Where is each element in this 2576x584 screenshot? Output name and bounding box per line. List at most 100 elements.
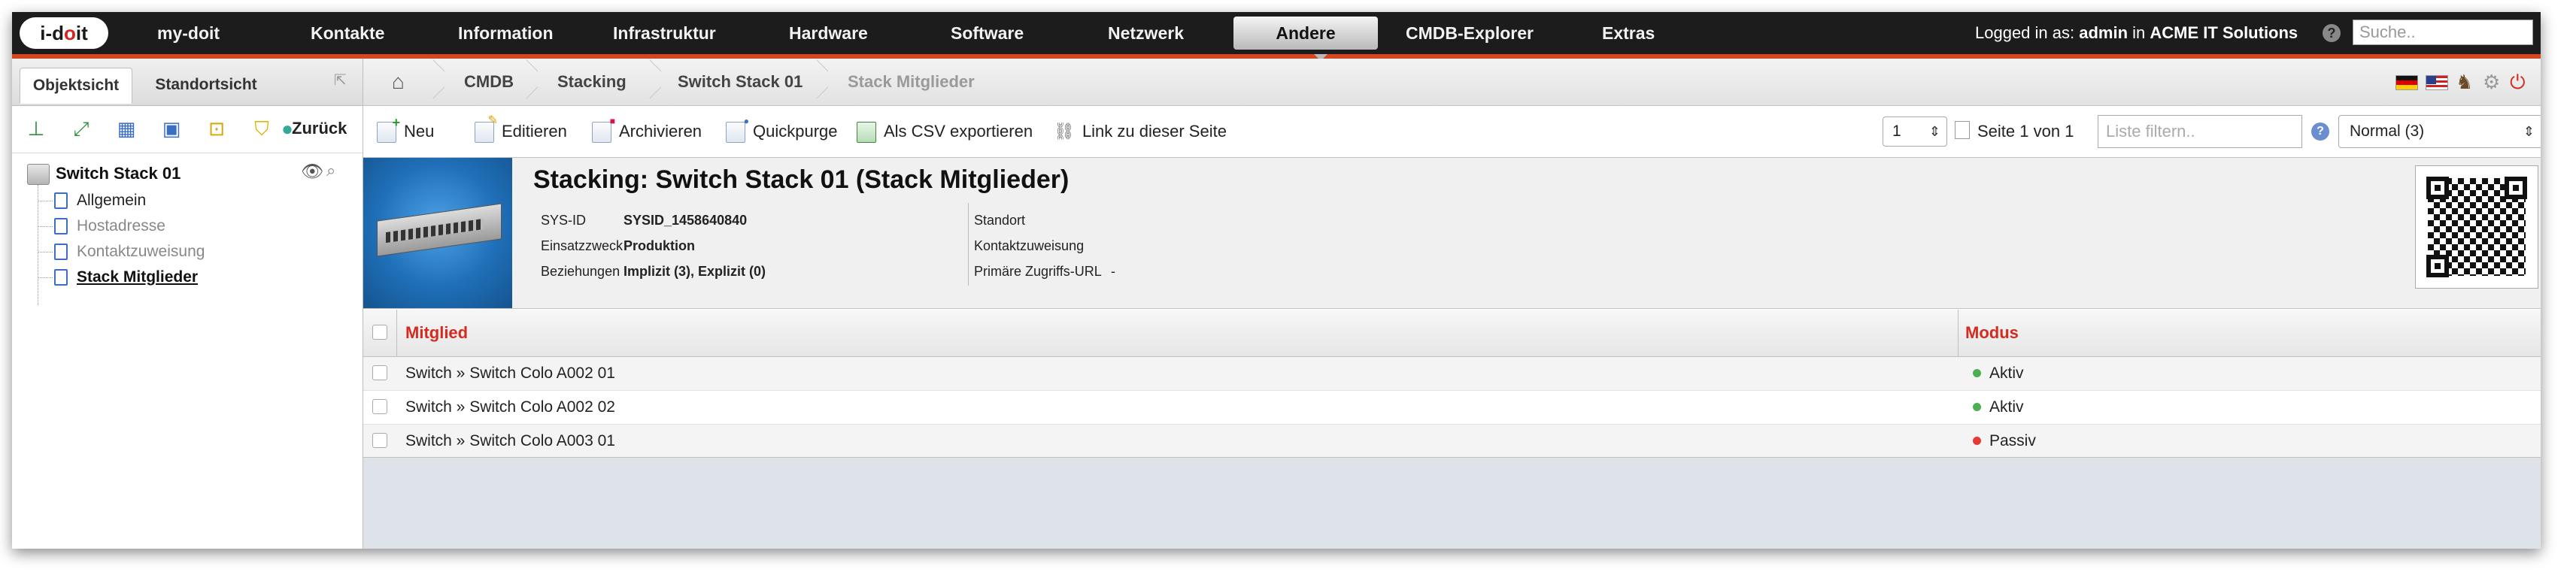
nav-my-doit[interactable]: my-doit <box>157 12 220 54</box>
help-icon[interactable]: ? <box>2323 24 2341 42</box>
status-dot-icon <box>1973 403 1981 411</box>
info-label: SYS-ID <box>541 213 587 228</box>
mode-cell: Aktiv <box>1989 365 2024 382</box>
member-cell[interactable]: Switch » Switch Colo A003 01 <box>405 425 615 458</box>
column-header-mitglied[interactable]: Mitglied <box>405 310 468 356</box>
magnifier-icon[interactable]: ⌕ <box>326 161 335 180</box>
tree-item-stack-mitglieder[interactable]: Stack Mitglieder <box>38 266 198 289</box>
edit-button[interactable]: Editieren <box>475 95 567 157</box>
link-label: Link zu dieser Seite <box>1082 122 1227 141</box>
tree-item-label: Hostadresse <box>77 217 165 235</box>
flag-de-icon[interactable] <box>2395 75 2418 90</box>
info-value: - <box>1111 264 1116 279</box>
object-header: Stacking: Switch Stack 01 (Stack Mitglie… <box>363 158 2541 309</box>
filter-help-icon[interactable]: ? <box>2311 123 2329 141</box>
info-value: SYSID_1458640840 <box>624 213 748 228</box>
home-icon[interactable]: ⌂ <box>392 71 405 93</box>
book-icon[interactable]: ▣ <box>159 116 184 141</box>
login-prefix: Logged in as: <box>1975 23 2075 42</box>
search-input[interactable] <box>2353 20 2533 45</box>
breadcrumb-stacking[interactable]: Stacking <box>557 59 627 105</box>
info-label: Kontaktzuweisung <box>974 238 1085 253</box>
tab-standortsicht[interactable]: Standortsicht <box>138 68 274 104</box>
calendar-icon[interactable]: ▦ <box>114 116 138 141</box>
info-standort: Standort <box>974 207 1025 233</box>
login-org[interactable]: ACME IT Solutions <box>2150 23 2298 42</box>
qr-code[interactable] <box>2415 165 2538 289</box>
spreadsheet-icon <box>857 122 876 144</box>
idoit-logo[interactable]: i-d o it <box>20 17 108 49</box>
table-row[interactable]: Switch » Switch Colo A003 01 Passiv <box>363 425 2541 458</box>
row-checkbox[interactable] <box>372 399 387 414</box>
nav-netzwerk[interactable]: Netzwerk <box>1108 12 1184 54</box>
nav-hardware[interactable]: Hardware <box>789 12 868 54</box>
expand-icon[interactable]: ⤢ <box>69 116 93 141</box>
info-label: Einsatzzweck <box>541 238 624 253</box>
shield-icon[interactable]: ⛉ <box>250 116 274 141</box>
link-button[interactable]: ⛓ Link zu dieser Seite <box>1054 106 1227 157</box>
login-info: Logged in as: admin in ACME IT Solutions <box>1975 12 2298 54</box>
popout-icon[interactable]: ⇱ <box>334 71 347 89</box>
back-button[interactable]: Zurück <box>292 116 347 141</box>
row-checkbox[interactable] <box>372 433 387 448</box>
tree-item-label: Stack Mitglieder <box>77 268 199 286</box>
column-header-modus[interactable]: Modus <box>1965 310 2019 356</box>
gear-icon[interactable]: ⚙ <box>2483 71 2500 93</box>
tree-root[interactable]: Switch Stack 01 <box>27 162 181 186</box>
info-label: Standort <box>974 213 1026 228</box>
table-header: Mitglied Modus <box>363 310 2541 457</box>
mode-select[interactable]: Normal (3) <box>2338 115 2541 148</box>
tree-item-allgemein[interactable]: Allgemein <box>38 189 146 212</box>
document-icon <box>54 192 68 210</box>
nav-infrastruktur[interactable]: Infrastruktur <box>613 12 716 54</box>
breadcrumb-switch-stack[interactable]: Switch Stack 01 <box>678 59 803 105</box>
list-filter-input[interactable] <box>2098 115 2302 148</box>
flag-us-icon[interactable] <box>2426 75 2448 90</box>
nav-cmdb-explorer[interactable]: CMDB-Explorer <box>1406 12 1534 54</box>
new-button[interactable]: Neu <box>377 97 434 157</box>
page-select[interactable]: 1 <box>1883 116 1947 147</box>
member-cell[interactable]: Switch » Switch Colo A002 02 <box>405 391 615 424</box>
tab-objektsicht[interactable]: Objektsicht <box>20 68 132 104</box>
csv-export-button[interactable]: Als CSV exportieren <box>857 106 1033 157</box>
tree-item-kontaktzuweisung[interactable]: Kontaktzuweisung <box>38 241 205 263</box>
info-primary-url: Primäre Zugriffs-URL - <box>974 259 1115 284</box>
tree-item-label: Kontaktzuweisung <box>77 243 205 260</box>
left-toolbar: ⊥ ⤢ ▦ ▣ ⊡ ⛉ ● Zurück <box>12 106 363 153</box>
login-user[interactable]: admin <box>2079 23 2128 42</box>
user-icon[interactable]: ♞ <box>2456 71 2473 93</box>
archive-icon <box>592 95 615 147</box>
nav-kontakte[interactable]: Kontakte <box>311 12 384 54</box>
nav-extras[interactable]: Extras <box>1602 12 1655 54</box>
row-checkbox[interactable] <box>372 365 387 380</box>
action-toolbar: Neu Editieren Archivieren Quickpurge Als… <box>363 95 2541 158</box>
quickpurge-button[interactable]: Quickpurge <box>726 95 838 157</box>
tree-view-icon[interactable]: ⊥ <box>24 116 48 141</box>
csv-label: Als CSV exportieren <box>884 122 1033 141</box>
power-icon[interactable]: ⏻ <box>2510 71 2526 93</box>
info-divider <box>968 203 969 286</box>
table-row[interactable]: Switch » Switch Colo A002 02 Aktiv <box>363 391 2541 425</box>
nav-information[interactable]: Information <box>458 12 554 54</box>
document-icon <box>54 244 68 261</box>
copy-icon[interactable] <box>1955 121 1970 139</box>
tree-item-hostadresse[interactable]: Hostadresse <box>38 215 165 238</box>
info-kontaktzuweisung: Kontaktzuweisung <box>974 233 1084 259</box>
new-document-icon <box>377 97 400 148</box>
page-info: Seite 1 von 1 <box>1977 122 2074 141</box>
select-all-checkbox[interactable] <box>372 325 387 340</box>
members-table: Mitglied Modus Switch » Switch Colo A002… <box>363 310 2541 549</box>
nav-andere[interactable]: Andere <box>1233 17 1378 50</box>
nav-software[interactable]: Software <box>951 12 1024 54</box>
object-title: Stacking: Switch Stack 01 (Stack Mitglie… <box>533 165 1070 194</box>
eye-icon[interactable]: 👁 <box>301 161 323 183</box>
lock-icon[interactable]: ⊡ <box>205 116 229 141</box>
archive-button[interactable]: Archivieren <box>592 95 702 157</box>
edit-label: Editieren <box>502 122 567 141</box>
left-panel: Objektsicht Standortsicht ⇱ ⊥ ⤢ ▦ ▣ ⊡ ⛉ … <box>12 59 363 549</box>
login-in: in <box>2132 23 2146 42</box>
member-cell[interactable]: Switch » Switch Colo A002 01 <box>405 357 615 390</box>
archive-label: Archivieren <box>619 122 702 141</box>
table-bottom-border <box>363 457 2541 458</box>
table-row[interactable]: Switch » Switch Colo A002 01 Aktiv <box>363 357 2541 391</box>
